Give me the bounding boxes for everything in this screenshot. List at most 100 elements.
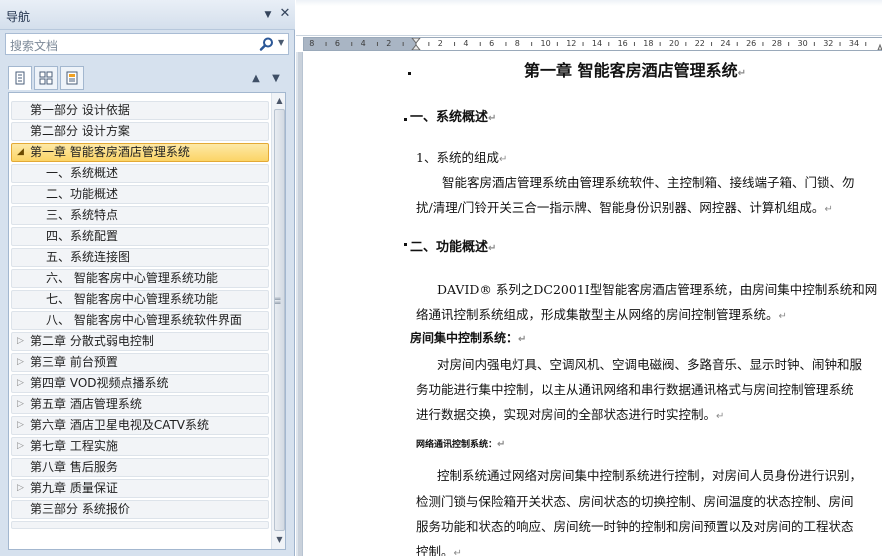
nav-item-label: 第六章 酒店卫星电视及CATV系统 [30, 418, 210, 432]
vertical-ruler-strip [298, 52, 302, 556]
nav-item-label: 一、系统概述 [46, 166, 119, 180]
nav-subheading-item[interactable]: 三、系统特点 [11, 206, 269, 225]
nav-heading-item[interactable]: ▷ 第九章 质量保证 [11, 479, 269, 498]
nav-item-label: 六、 智能客房中心管理系统功能 [46, 271, 218, 285]
nav-item-label: 第二章 分散式弱电控制 [30, 334, 154, 348]
nav-item-label: 第三部分 系统报价 [30, 502, 130, 516]
nav-subheading-item[interactable]: 八、 智能客房中心管理系统软件界面 [11, 311, 269, 330]
nav-heading-item[interactable]: ▷ 第五章 酒店管理系统 [11, 395, 269, 414]
ruler-tick-label: 14 [591, 39, 603, 48]
search-document-input[interactable]: 搜索文档 ▼ [5, 33, 289, 55]
subheading-room-control: 房间集中控制系统：↵ [410, 331, 527, 345]
network-control-line-3: 服务功能和状态的响应、房间统一时钟的控制和房间预置以及对房间的工程状态 [416, 519, 854, 534]
nav-subheading-item[interactable]: 五、系统连接图 [11, 248, 269, 267]
ruler-tick-label: 34 [848, 39, 860, 48]
nav-heading-item[interactable]: ▷ 第二章 分散式弱电控制 [11, 332, 269, 351]
nav-item-label: 第九章 质量保证 [30, 481, 118, 495]
bullet-mark [408, 72, 411, 75]
search-icon[interactable] [259, 36, 275, 52]
search-placeholder: 搜索文档 [10, 39, 59, 53]
expand-icon[interactable]: ▷ [17, 417, 24, 434]
nav-subheading-item[interactable]: 六、 智能客房中心管理系统功能 [11, 269, 269, 288]
horizontal-ruler[interactable]: 8 6 4 2 2 4 6 8 10 12 14 16 18 20 22 24 26 28 30 32 34 [303, 37, 882, 51]
functions-line-2: 络通讯控制系统组成，形成集散型主从网络的房间控制管理系统。↵ [416, 307, 787, 322]
nav-close-icon[interactable]: ✕ [278, 7, 292, 21]
scroll-thumb[interactable] [274, 109, 285, 531]
nav-title: 导航 [6, 10, 31, 24]
heading-tree: 第一部分 设计依据 第二部分 设计方案 ◢ 第一章 智能客房酒店管理系统一、系统概述二… [8, 92, 286, 550]
ruler-tick-label: 18 [643, 39, 654, 48]
results-view-icon[interactable] [60, 66, 84, 90]
bullet-mark [404, 243, 407, 246]
previous-heading-icon[interactable]: ▲ [249, 73, 263, 84]
nav-heading-item[interactable]: 第二部分 设计方案 [11, 122, 269, 141]
composition-line-1: 智能客房酒店管理系统由管理系统软件、主控制箱、接线端子箱、门锁、勿 [442, 175, 855, 190]
expand-icon[interactable]: ▷ [17, 438, 24, 455]
nav-item-label: 第七章 工程实施 [30, 439, 118, 453]
nav-arrows: ▲ ▼ [249, 70, 289, 84]
next-heading-icon[interactable]: ▼ [269, 73, 283, 84]
ruler-tick-label: 30 [797, 39, 808, 48]
nav-item-label: 三、系统特点 [46, 208, 119, 222]
ruler-tick-label: 12 [566, 39, 577, 48]
nav-heading-item[interactable]: ◢ 第一章 智能客房酒店管理系统 [11, 143, 269, 162]
ruler-tick-label: 4 [463, 39, 469, 48]
heading-list: 第一部分 设计依据 第二部分 设计方案 ◢ 第一章 智能客房酒店管理系统一、系统概述二… [11, 101, 269, 531]
ruler-tick-label: 26 [746, 39, 757, 48]
scroll-down-icon[interactable]: ▼ [272, 533, 285, 547]
ruler-tick-label: 4 [360, 39, 366, 48]
nav-subheading-item[interactable]: 四、系统配置 [11, 227, 269, 246]
nav-heading-item[interactable]: 第八章 售后服务 [11, 458, 269, 477]
search-options-dropdown-icon[interactable]: ▼ [278, 38, 284, 47]
composition-line-2: 扰/清理/门铃开关三合一指示牌、智能身份识别器、网控器、计算机组成。↵ [416, 200, 833, 215]
scroll-up-icon[interactable]: ▲ [272, 94, 285, 108]
bullet-mark [404, 118, 407, 121]
section-heading-functions: 二、功能概述↵ [410, 240, 497, 255]
expand-icon[interactable]: ▷ [17, 354, 24, 371]
nav-item-label: 第二部分 设计方案 [30, 124, 130, 138]
ruler-tick-label: 6 [489, 39, 495, 48]
nav-subheading-item[interactable]: 一、系统概述 [11, 164, 269, 183]
ruler-tick-label: 2 [437, 39, 443, 48]
ruler-tick-label: 10 [540, 39, 551, 48]
ruler-tick-label: 8 [309, 39, 315, 48]
pages-view-icon[interactable] [34, 66, 58, 90]
nav-item-label: 第四章 VOD视频点播系统 [30, 376, 169, 390]
network-control-line-2: 检测门锁与保险箱开关状态、房间状态的切换控制、房间温度的状态控制、房间 [416, 494, 854, 509]
section-heading-overview: 一、系统概述↵ [410, 110, 497, 125]
nav-heading-item[interactable]: ▷ 第四章 VOD视频点播系统 [11, 374, 269, 393]
nav-item-label: 第五章 酒店管理系统 [30, 397, 142, 411]
nav-heading-item[interactable] [11, 521, 269, 529]
ruler-tick-label: 2 [386, 39, 392, 48]
functions-line-1: DAVID® 系列之DC2001Ⅰ型智能客房酒店管理系统，由房间集中控制系统和网 [437, 282, 878, 297]
nav-heading-item[interactable]: 第一部分 设计依据 [11, 101, 269, 120]
nav-item-label: 第一部分 设计依据 [30, 103, 130, 117]
nav-title-bar: 导航 ▼ ✕ [0, 0, 295, 30]
network-control-line-1: 控制系统通过网络对房间集中控制系统进行控制，对房间人员身份进行识别， [437, 468, 863, 483]
room-control-line-1: 对房间内强电灯具、空调风机、空调电磁阀、多路音乐、显示时钟、闹钟和服 [437, 357, 863, 372]
expand-icon[interactable]: ▷ [17, 333, 24, 350]
nav-heading-item[interactable]: ▷ 第六章 酒店卫星电视及CATV系统 [11, 416, 269, 435]
nav-heading-item[interactable]: ▷ 第三章 前台预置 [11, 353, 269, 372]
headings-view-icon[interactable] [8, 66, 32, 90]
nav-item-label: 第三章 前台预置 [30, 355, 118, 369]
expand-icon[interactable]: ▷ [17, 396, 24, 413]
nav-menu-dropdown-icon[interactable]: ▼ [262, 9, 274, 21]
scroll-grip-icon: ═ ═ [275, 295, 281, 309]
ruler-tick-label: 8 [514, 39, 520, 48]
expand-icon[interactable]: ▷ [17, 480, 24, 497]
collapse-icon[interactable]: ◢ [17, 144, 24, 161]
nav-subheading-item[interactable]: 七、 智能客房中心管理系统功能 [11, 290, 269, 309]
nav-subheading-item[interactable]: 二、功能概述 [11, 185, 269, 204]
ruler-top-strip [296, 0, 882, 6]
tree-scrollbar[interactable]: ▲ ═ ═ ▼ [271, 93, 285, 549]
ruler-tick-label: 32 [823, 39, 834, 48]
nav-heading-item[interactable]: ▷ 第七章 工程实施 [11, 437, 269, 456]
document-page[interactable]: 第一章 智能客房酒店管理系统↵ 一、系统概述↵ 1、系统的组成↵ 智能客房酒店管… [303, 52, 882, 556]
expand-icon[interactable]: ▷ [17, 375, 24, 392]
nav-item-label: 第八章 售后服务 [30, 460, 118, 474]
nav-heading-item[interactable]: 第三部分 系统报价 [11, 500, 269, 519]
room-control-line-3: 进行数据交换，实现对房间的全部状态进行时实控制。↵ [416, 407, 725, 422]
nav-item-label: 二、功能概述 [46, 187, 119, 201]
subheading-network-control: 网络通讯控制系统：↵ [416, 439, 506, 450]
